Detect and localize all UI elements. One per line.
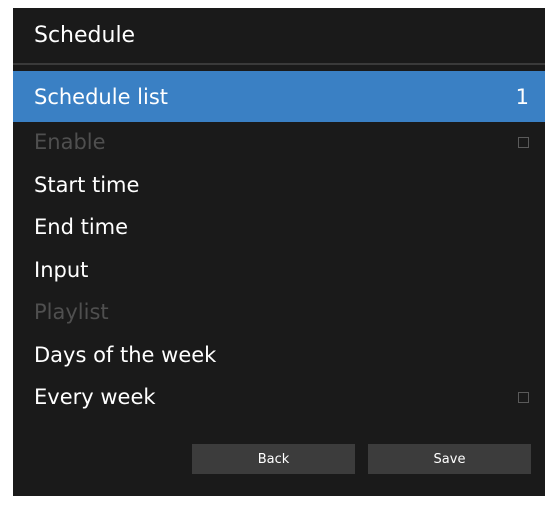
page-title: Schedule (34, 23, 136, 48)
menu-item-label: Start time (34, 172, 140, 197)
menu-item-end-time[interactable]: End time (13, 206, 545, 249)
schedule-list-value: 1 (515, 84, 529, 109)
back-button[interactable]: Back (192, 444, 355, 474)
menu-item-days-of-the-week[interactable]: Days of the week (13, 334, 545, 377)
every-week-checkbox[interactable] (518, 391, 529, 403)
menu-item-label: Schedule list (34, 84, 169, 109)
menu-item-schedule-list[interactable]: Schedule list 1 (13, 71, 545, 122)
schedule-menu: Schedule list 1 Enable Start time End ti… (13, 71, 545, 419)
menu-item-label: Playlist (34, 300, 109, 325)
menu-item-start-time[interactable]: Start time (13, 164, 545, 207)
menu-item-label: Days of the week (34, 342, 217, 367)
menu-item-label: Input (34, 257, 89, 282)
menu-item-label: End time (34, 215, 129, 240)
footer-buttons: Back Save (13, 444, 545, 474)
enable-checkbox (518, 136, 529, 148)
header-divider (13, 63, 545, 65)
menu-item-playlist: Playlist (13, 291, 545, 334)
menu-item-label: Every week (34, 385, 156, 410)
save-button[interactable]: Save (368, 444, 531, 474)
menu-item-every-week[interactable]: Every week (13, 376, 545, 419)
menu-item-enable: Enable (13, 121, 545, 164)
schedule-panel: Schedule Schedule list 1 Enable Start ti… (13, 8, 545, 496)
menu-item-label: Enable (34, 130, 106, 155)
menu-item-input[interactable]: Input (13, 249, 545, 292)
